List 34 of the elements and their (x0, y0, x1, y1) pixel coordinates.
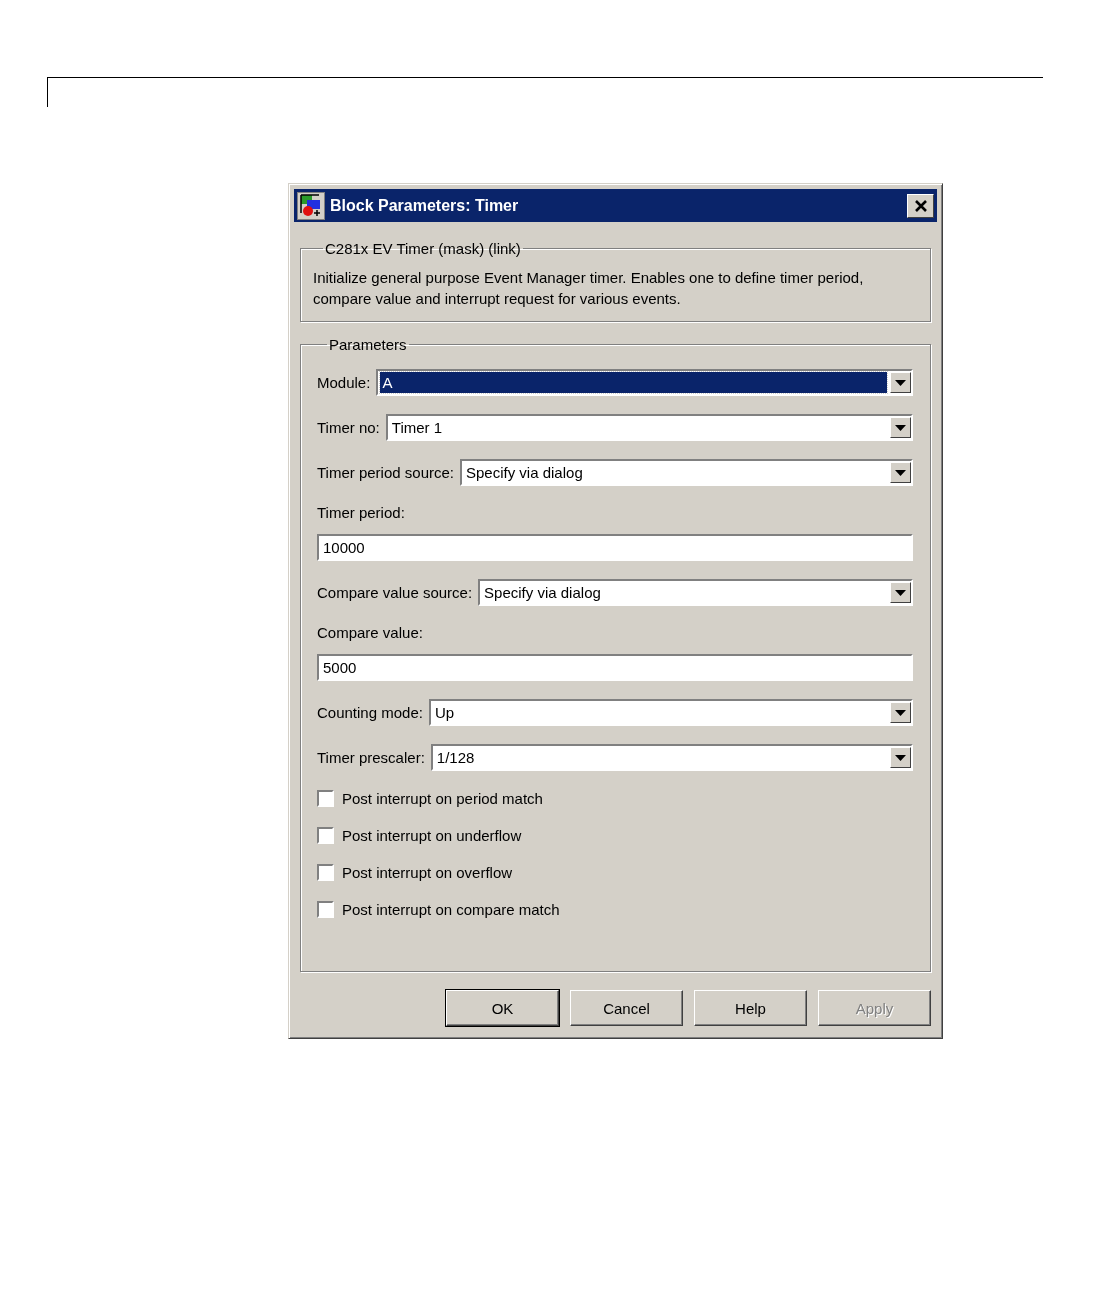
dropdown[interactable]: 1/128 (430, 744, 913, 771)
checkbox[interactable] (317, 901, 334, 918)
field-label: Compare value: (317, 624, 424, 641)
group-title: C281x EV Timer (mask) (link) (324, 240, 522, 257)
description-text: Initialize general purpose Event Manager timer. Enables one to define timer period, compare value and interrupt request for various events. (313, 268, 865, 309)
group-title: Parameters (328, 336, 408, 353)
field-label: Counting mode: (317, 704, 423, 721)
field-label: Timer period source: (317, 464, 454, 481)
dropdown[interactable]: Up (428, 699, 913, 726)
checkbox[interactable] (317, 827, 334, 844)
checkbox-label: Post interrupt on compare match (342, 901, 560, 918)
dropdown[interactable]: A (376, 369, 913, 396)
field-label: Module: (317, 374, 371, 391)
close-icon[interactable] (913, 199, 928, 212)
field-label: Timer prescaler: (317, 749, 425, 766)
dropdown[interactable]: Timer 1 (385, 414, 913, 441)
checkbox[interactable] (317, 864, 334, 881)
dropdown[interactable]: Specify via dialog (460, 459, 913, 486)
window-title: Block Parameters: Timer (330, 196, 520, 215)
checkbox-label: Post interrupt on overflow (342, 864, 513, 881)
dialog-button[interactable]: Cancel (570, 990, 683, 1026)
dropdown[interactable]: Specify via dialog (478, 579, 913, 606)
field-label: Timer period: (317, 504, 406, 521)
checkbox[interactable] (317, 790, 334, 807)
field-label: Timer no: (317, 419, 380, 436)
dialog-button[interactable]: OK (446, 990, 559, 1026)
dialog-button[interactable]: Help (694, 990, 807, 1026)
checkbox-label: Post interrupt on underflow (342, 827, 522, 844)
input-field[interactable]: 10000 (317, 534, 913, 561)
field-label: Compare value source: (317, 584, 473, 601)
input-field[interactable]: 5000 (317, 654, 913, 681)
checkbox-label: Post interrupt on period match (342, 790, 543, 807)
window-icon (297, 191, 325, 220)
close-button[interactable] (907, 193, 934, 218)
